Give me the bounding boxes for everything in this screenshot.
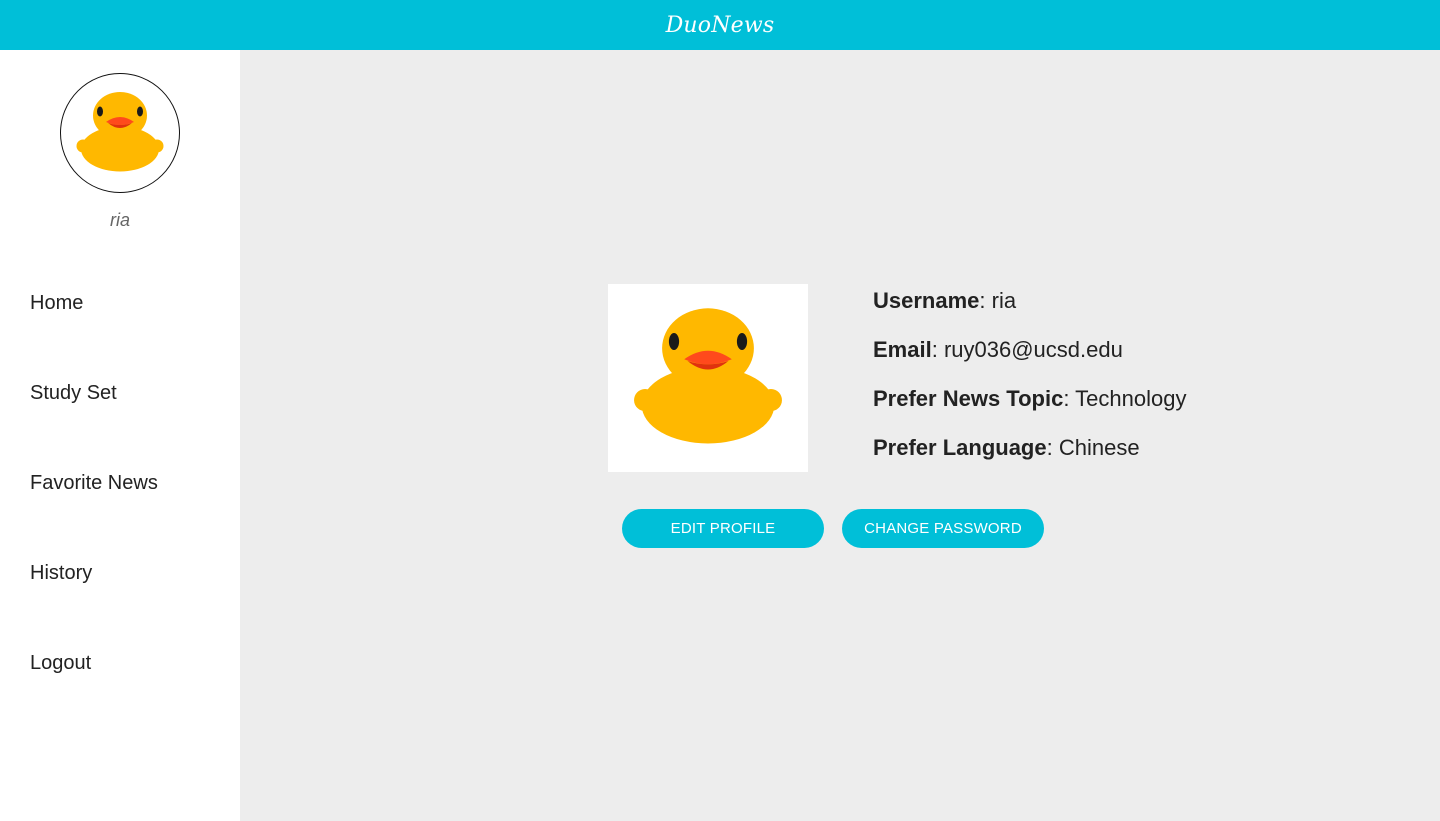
app-title[interactable]: DuoNews [666, 13, 775, 38]
profile-panel: Username: ria Email: ruy036@ucsd.edu Pre… [240, 50, 1440, 821]
field-label: Username [873, 288, 980, 313]
field-separator: : [979, 288, 992, 313]
sidebar-item-favorite-news[interactable]: Favorite News [30, 470, 158, 560]
language-value: Chinese [1058, 435, 1140, 460]
field-separator: : [1046, 435, 1059, 460]
sidebar-item-study-set[interactable]: Study Set [30, 380, 158, 470]
edit-profile-button[interactable]: EDIT PROFILE [622, 509, 824, 548]
field-label: Prefer Language [873, 435, 1047, 460]
username-value: ria [991, 288, 1017, 313]
username-row: Username: ria [873, 286, 1186, 335]
field-label: Email [873, 337, 932, 362]
sidebar-item-home[interactable]: Home [30, 290, 158, 380]
top-bar: DuoNews [0, 0, 1440, 50]
profile-info: Username: ria Email: ruy036@ucsd.edu Pre… [873, 286, 1186, 482]
field-separator: : [931, 337, 944, 362]
email-value: ruy036@ucsd.edu [943, 337, 1123, 362]
avatar[interactable] [60, 73, 180, 193]
news-topic-value: Technology [1075, 386, 1187, 411]
sidebar-nav: Home Study Set Favorite News History Log… [30, 290, 158, 740]
field-separator: : [1063, 386, 1076, 411]
field-label: Prefer News Topic [873, 386, 1064, 411]
email-row: Email: ruy036@ucsd.edu [873, 335, 1186, 384]
news-topic-row: Prefer News Topic: Technology [873, 384, 1186, 433]
sidebar-item-history[interactable]: History [30, 560, 158, 650]
rubber-duck-icon [76, 92, 164, 172]
profile-image [608, 284, 808, 472]
rubber-duck-icon [634, 308, 782, 444]
sidebar-username: ria [109, 210, 130, 230]
change-password-button[interactable]: CHANGE PASSWORD [842, 509, 1044, 548]
language-row: Prefer Language: Chinese [873, 433, 1186, 482]
sidebar-item-logout[interactable]: Logout [30, 650, 158, 740]
sidebar: ria Home Study Set Favorite News History… [0, 50, 240, 821]
